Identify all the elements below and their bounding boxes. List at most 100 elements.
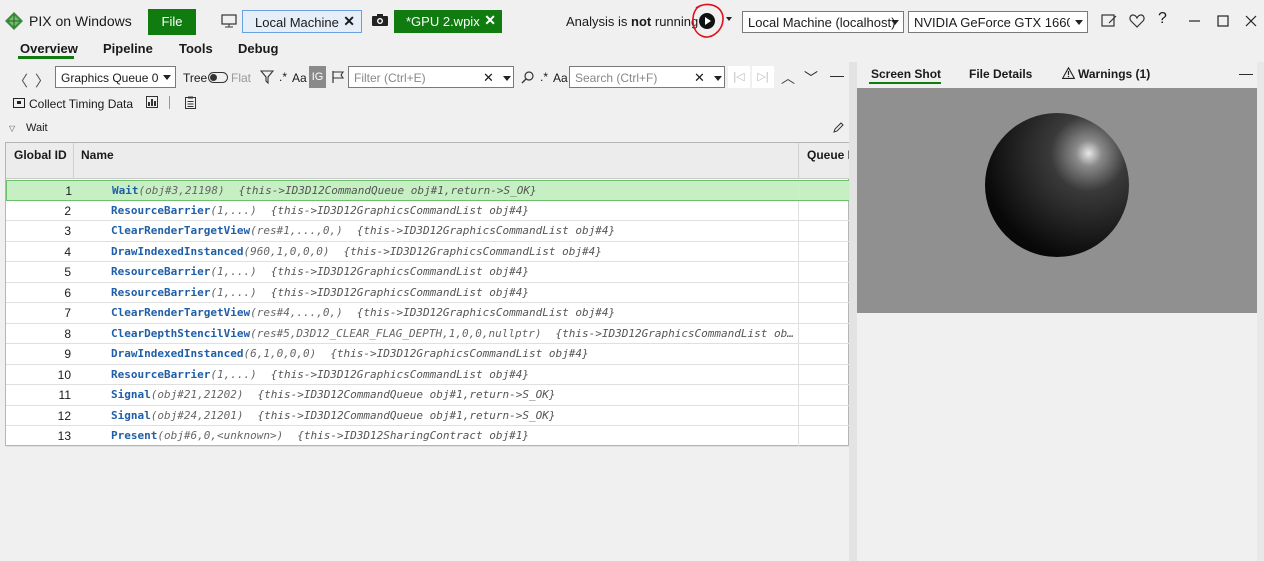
function-object: {this->ID3D12SharingContract obj#1} (297, 429, 529, 442)
queue-select[interactable]: Graphics Queue 0 (55, 66, 176, 88)
regex-toggle[interactable]: .* (279, 70, 287, 84)
chevron-down-icon[interactable] (714, 76, 722, 81)
main-nav: Overview Pipeline Tools Debug (0, 40, 1264, 62)
flag-icon[interactable] (331, 70, 345, 84)
collapse-panel-icon[interactable]: — (1239, 65, 1253, 81)
back-arrow-icon[interactable]: 〈 (13, 70, 28, 91)
tab-screen-shot[interactable]: Screen Shot (871, 67, 941, 81)
column-header-name[interactable]: Name (81, 148, 114, 162)
chevron-down-icon[interactable] (503, 76, 511, 81)
search-placeholder: Search (Ctrl+F) (575, 71, 658, 85)
next-result-icon[interactable]: ﹀ (804, 68, 818, 88)
ignore-toggle[interactable]: IG (309, 66, 326, 88)
column-divider (798, 262, 799, 282)
table-row[interactable]: 9 DrawIndexedInstanced(6,1,0,0,0) {this->I… (6, 344, 850, 365)
right-scrollbar[interactable] (1257, 62, 1264, 561)
match-case-toggle[interactable]: Aa (292, 71, 307, 85)
table-row[interactable]: 8 ClearDepthStencilView(res#5,D3D12_CLEAR… (6, 323, 850, 344)
clear-filter-icon[interactable]: ✕ (483, 70, 494, 86)
tab-local-machine[interactable]: Local Machine ✕ (242, 10, 362, 33)
minimize-icon[interactable] (1186, 12, 1204, 30)
last-result-button[interactable]: ▷| (752, 66, 774, 88)
table-row[interactable]: 11 Signal(obj#21,21202) {this->ID3D12Comma… (6, 385, 850, 406)
title-bar: PIX on Windows File Local Machine ✕ *GPU… (0, 0, 1264, 40)
function-args: (1,...) (210, 265, 257, 278)
column-divider (798, 426, 799, 446)
tab-pipeline[interactable]: Pipeline (103, 41, 153, 56)
tab-tools[interactable]: Tools (179, 41, 213, 56)
chart-icon[interactable] (146, 96, 158, 108)
table-row[interactable]: 5 ResourceBarrier(1,...) {this->ID3D12Grap… (6, 262, 850, 283)
table-row[interactable]: 4 DrawIndexedInstanced(960,1,0,0,0) {this-… (6, 241, 850, 262)
search-input[interactable]: Search (Ctrl+F) ✕ (569, 66, 725, 88)
column-divider[interactable] (798, 143, 799, 179)
analysis-state: not (631, 14, 652, 29)
match-case-toggle[interactable]: Aa (553, 71, 568, 85)
analysis-prefix: Analysis is (566, 14, 632, 29)
column-header-global-id[interactable]: Global ID (14, 148, 67, 162)
tab-file-details[interactable]: File Details (969, 67, 1032, 81)
tab-debug[interactable]: Debug (238, 41, 278, 56)
table-row[interactable]: 12 Signal(obj#24,21201) {this->ID3D12Comma… (6, 405, 850, 426)
help-icon[interactable]: ? (1158, 10, 1167, 28)
tab-gpu-capture[interactable]: *GPU 2.wpix ✕ (394, 10, 502, 33)
filter-icon[interactable] (260, 70, 274, 84)
function-name: ClearRenderTargetView (111, 224, 251, 237)
table-row[interactable]: 13 Present(obj#6,0,<unknown>) {this->ID3D1… (6, 426, 850, 447)
global-id-cell: 1 (65, 184, 72, 198)
forward-arrow-icon[interactable]: 〉 (35, 70, 50, 91)
maximize-icon[interactable] (1214, 12, 1232, 30)
global-id-cell: 13 (57, 429, 71, 443)
column-header-queue[interactable]: Queue I (807, 148, 850, 162)
search-icon[interactable] (521, 70, 535, 84)
panel-splitter[interactable] (849, 62, 857, 561)
chevron-down-icon (1075, 20, 1083, 25)
column-divider[interactable] (73, 143, 74, 179)
table-row[interactable]: 7 ClearRenderTargetView(res#4,...,0,) {thi… (6, 303, 850, 324)
global-id-cell: 3 (64, 224, 71, 238)
filter-input[interactable]: Filter (Ctrl+E) ✕ (348, 66, 514, 88)
table-row[interactable]: 10 ResourceBarrier(1,...) {this->ID3D12Gra… (6, 364, 850, 385)
collect-timing-data-button[interactable]: Collect Timing Data (29, 97, 133, 111)
close-window-icon[interactable] (1242, 12, 1260, 30)
frame-screenshot (857, 88, 1257, 313)
machine-select-value: Local Machine (localhost) (748, 15, 896, 30)
table-row[interactable]: 3 ClearRenderTargetView(res#1,...,0,) {thi… (6, 221, 850, 242)
pix-logo-icon (5, 12, 23, 30)
pencil-icon[interactable] (832, 122, 844, 134)
regex-toggle[interactable]: .* (540, 70, 548, 84)
column-divider (798, 323, 799, 343)
heart-icon[interactable] (1128, 12, 1146, 30)
column-divider (798, 282, 799, 302)
tree-flat-toggle[interactable] (208, 72, 228, 83)
tab-overview[interactable]: Overview (20, 41, 78, 56)
first-result-button[interactable]: |◁ (728, 66, 750, 88)
table-row[interactable]: 6 ResourceBarrier(1,...) {this->ID3D12Grap… (6, 282, 850, 303)
clear-search-icon[interactable]: ✕ (694, 70, 705, 86)
close-tab-icon[interactable]: ✕ (343, 13, 355, 30)
feedback-icon[interactable] (1100, 12, 1118, 30)
start-analysis-button[interactable] (692, 9, 722, 33)
close-tab-icon[interactable]: ✕ (484, 12, 496, 29)
clipboard-icon[interactable] (185, 96, 196, 109)
chevron-down-icon[interactable] (726, 13, 738, 27)
function-object: {this->ID3D12GraphicsCommandList obj#4} (356, 224, 616, 237)
function-args: (obj#21,21202) (150, 388, 244, 401)
function-args: (obj#24,21201) (150, 408, 244, 422)
table-row[interactable]: 1 Wait(obj#3,21198) {this->ID3D12CommandQu… (6, 180, 850, 201)
table-row[interactable]: 2 ResourceBarrier(1,...) {this->ID3D12Grap… (6, 200, 850, 221)
collapse-panel-icon[interactable]: — (830, 67, 844, 83)
function-object: {this->ID3D12GraphicsCommandList obj#4} (343, 244, 602, 258)
previous-result-icon[interactable]: ︿ (781, 68, 795, 88)
function-name: ResourceBarrier (111, 203, 211, 217)
gpu-select-value: NVIDIA GeForce GTX 1660 Ti (914, 15, 1070, 30)
file-menu-button[interactable]: File (148, 9, 196, 35)
gpu-select[interactable]: NVIDIA GeForce GTX 1660 Ti (908, 11, 1088, 33)
function-object: {this->ID3D12GraphicsCommandList obj#4} (270, 285, 529, 299)
tab-warnings[interactable]: Warnings (1) (1078, 67, 1150, 81)
warning-icon (1062, 67, 1075, 79)
expand-caret-icon[interactable]: ▽ (9, 124, 15, 133)
column-divider (798, 200, 799, 220)
global-id-cell: 9 (64, 347, 71, 361)
machine-select[interactable]: Local Machine (localhost) (742, 11, 904, 33)
